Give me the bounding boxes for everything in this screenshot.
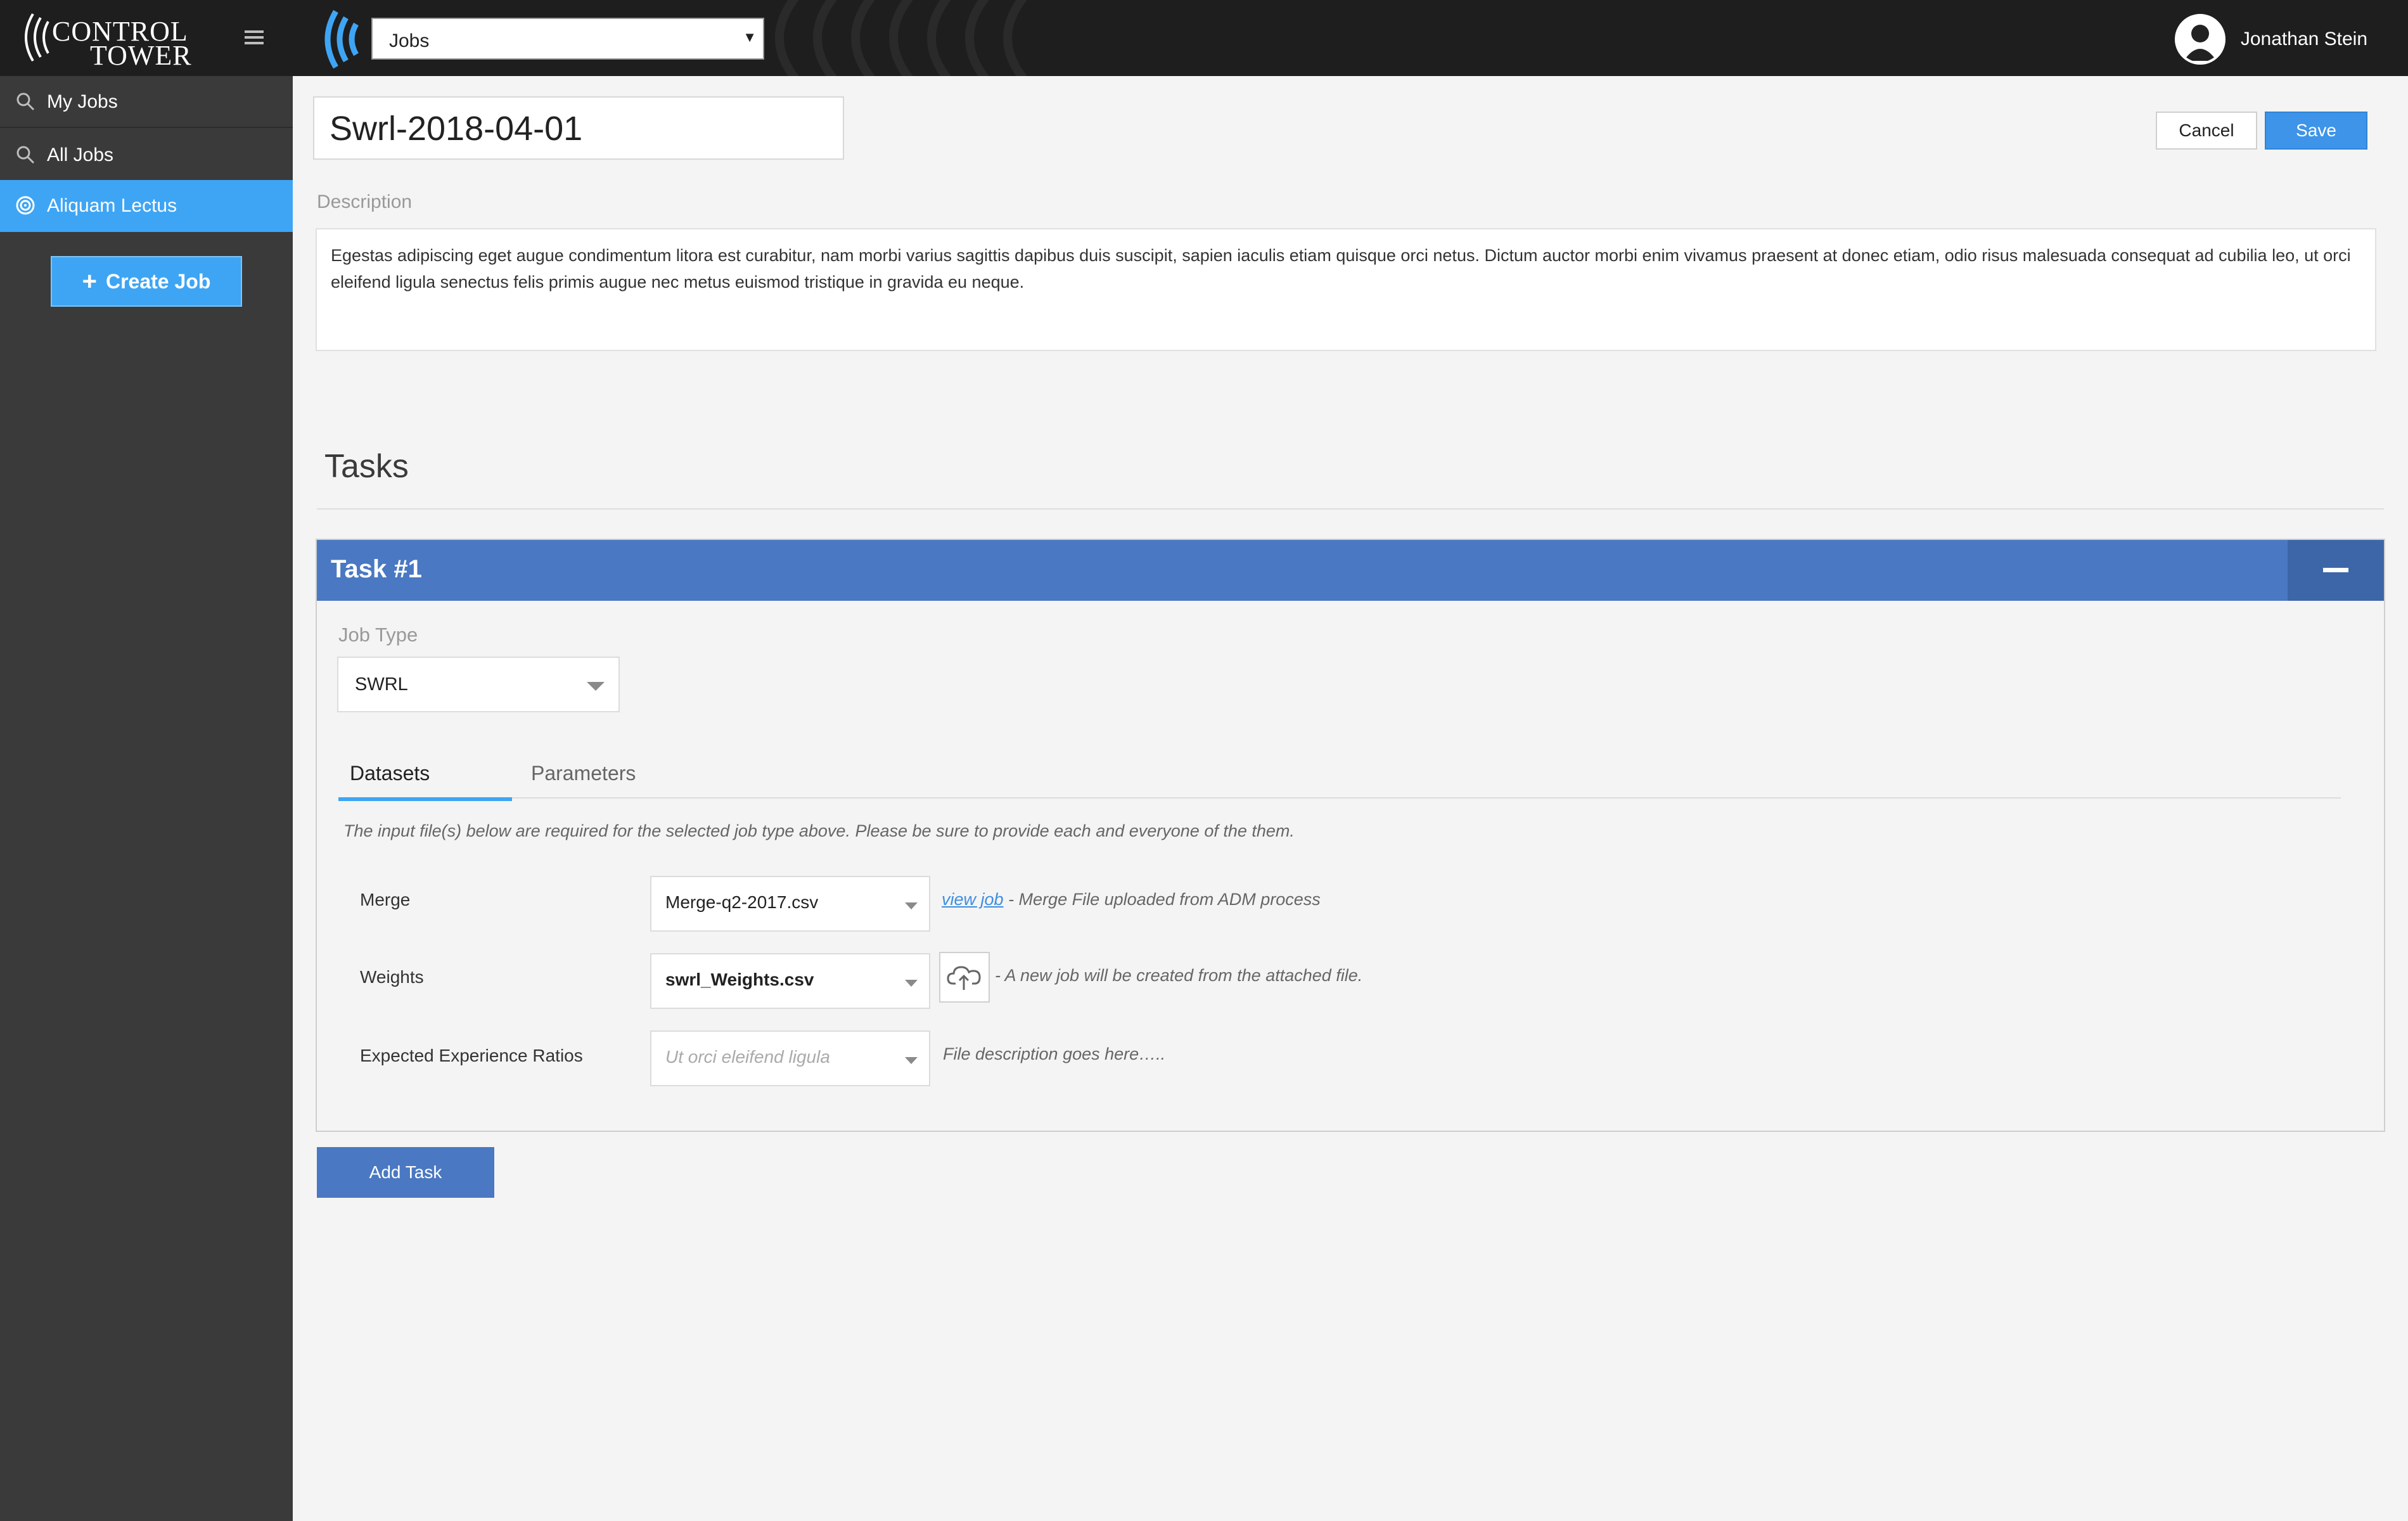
expected-experience-ratios-note: File description goes here….. bbox=[943, 1044, 1166, 1063]
tasks-heading: Tasks bbox=[324, 448, 409, 485]
section-select-value: Jobs bbox=[389, 30, 430, 51]
top-bar: CONTROL TOWER Jobs ▼ Jonathan Stein bbox=[0, 0, 2408, 76]
upload-button[interactable] bbox=[939, 952, 990, 1003]
weights-file-select[interactable]: swrl_Weights.csv bbox=[650, 953, 930, 1009]
target-icon bbox=[16, 196, 35, 215]
task-panel: Task #1 Job Type SWRL Datasets Parameter… bbox=[316, 539, 2385, 1132]
weights-file-value: swrl_Weights.csv bbox=[665, 970, 814, 989]
search-icon bbox=[16, 93, 35, 111]
signal-logo-icon bbox=[25, 13, 49, 62]
user-name: Jonathan Stein bbox=[2240, 29, 2367, 49]
description-label: Description bbox=[317, 191, 413, 212]
sidebar-item-label: My Jobs bbox=[47, 91, 118, 112]
user-silhouette-icon bbox=[2177, 16, 2223, 62]
caret-down-icon: ▼ bbox=[743, 29, 757, 45]
sidebar-item-all-jobs[interactable]: All Jobs bbox=[0, 129, 293, 181]
tab-datasets[interactable]: Datasets bbox=[350, 762, 430, 785]
weights-note: - A new job will be created from the att… bbox=[995, 966, 1363, 985]
caret-down-icon bbox=[905, 980, 918, 987]
plus-icon: + bbox=[82, 267, 97, 295]
sidebar-item-my-jobs[interactable]: My Jobs bbox=[0, 76, 293, 128]
search-icon bbox=[16, 146, 35, 164]
save-button[interactable]: Save bbox=[2265, 112, 2367, 150]
merge-label: Merge bbox=[360, 890, 411, 909]
sidebar: My Jobs All Jobs Aliquam Lectus + Create… bbox=[0, 76, 293, 1521]
weights-label: Weights bbox=[360, 967, 424, 987]
view-job-link[interactable]: view job bbox=[942, 890, 1004, 909]
merge-note-text: - Merge File uploaded from ADM process bbox=[1008, 890, 1321, 909]
tab-parameters[interactable]: Parameters bbox=[531, 762, 636, 785]
collapse-button[interactable] bbox=[2288, 540, 2384, 601]
description-textarea[interactable]: Egestas adipiscing eget augue condimentu… bbox=[316, 228, 2376, 351]
merge-note: view job - Merge File uploaded from ADM … bbox=[942, 890, 1321, 909]
merge-file-value: Merge-q2-2017.csv bbox=[665, 892, 819, 912]
minus-icon bbox=[2323, 568, 2348, 572]
tabs-divider bbox=[338, 797, 2341, 799]
caret-down-icon bbox=[905, 1057, 918, 1064]
avatar bbox=[2174, 14, 2225, 65]
sidebar-item-label: Aliquam Lectus bbox=[47, 195, 177, 216]
active-tab-indicator bbox=[338, 797, 512, 801]
task-title: Task #1 bbox=[331, 555, 422, 583]
signal-icon bbox=[324, 10, 359, 69]
menu-icon[interactable] bbox=[245, 30, 264, 46]
add-task-button[interactable]: Add Task bbox=[317, 1147, 494, 1198]
job-type-label: Job Type bbox=[338, 624, 418, 646]
expected-experience-ratios-label: Expected Experience Ratios bbox=[360, 1046, 583, 1065]
section-select[interactable]: Jobs ▼ bbox=[371, 18, 764, 60]
job-type-value: SWRL bbox=[355, 674, 408, 695]
create-job-button[interactable]: + Create Job bbox=[51, 256, 242, 307]
cancel-button[interactable]: Cancel bbox=[2156, 112, 2257, 150]
job-title-input[interactable]: Swrl-2018-04-01 bbox=[313, 96, 844, 160]
caret-down-icon bbox=[587, 682, 605, 691]
app-logo[interactable]: CONTROL TOWER bbox=[14, 9, 204, 70]
job-type-select[interactable]: SWRL bbox=[337, 657, 620, 712]
cloud-upload-icon bbox=[947, 966, 981, 990]
merge-file-select[interactable]: Merge-q2-2017.csv bbox=[650, 876, 930, 932]
divider bbox=[317, 508, 2384, 510]
expected-experience-ratios-select[interactable]: Ut orci eleifend ligula bbox=[650, 1030, 930, 1086]
sidebar-item-label: All Jobs bbox=[47, 144, 114, 165]
logo-text-line2: TOWER bbox=[90, 40, 192, 71]
expected-experience-ratios-placeholder: Ut orci eleifend ligula bbox=[665, 1047, 830, 1067]
create-job-label: Create Job bbox=[105, 269, 211, 293]
sidebar-item-aliquam-lectus[interactable]: Aliquam Lectus bbox=[0, 180, 293, 232]
task-header[interactable]: Task #1 bbox=[317, 540, 2384, 601]
datasets-hint: The input file(s) below are required for… bbox=[343, 821, 1295, 840]
caret-down-icon bbox=[905, 902, 918, 909]
user-menu[interactable]: Jonathan Stein bbox=[2174, 14, 2367, 65]
